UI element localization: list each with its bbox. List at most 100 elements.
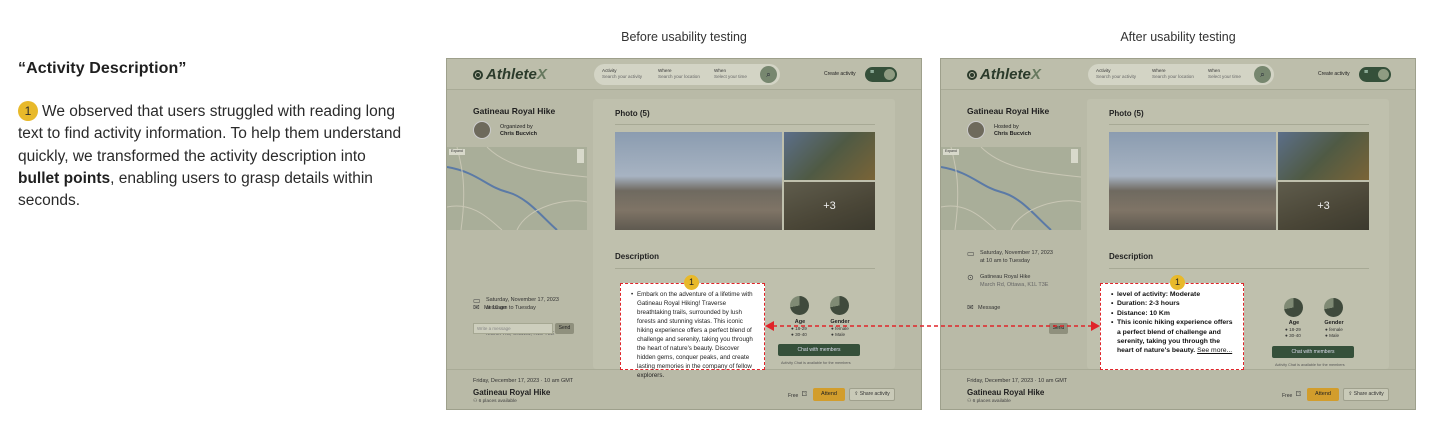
photo-main[interactable] bbox=[615, 132, 782, 230]
location-info: ⊙Gatineau Royal HikeMarch Rd, Ottawa, K1… bbox=[967, 273, 1049, 288]
organizer-info: Organized by Chris Bucvich bbox=[500, 124, 537, 137]
gender-pie-chart bbox=[830, 296, 849, 315]
gender-label: Gender bbox=[830, 319, 850, 325]
photo-more[interactable]: +3 bbox=[784, 182, 875, 230]
chat-note: Activity Chat is available for the membe… bbox=[1275, 363, 1345, 367]
search-where[interactable]: Where Search your location bbox=[658, 68, 700, 80]
map-expand-button[interactable]: Expand bbox=[451, 149, 463, 153]
create-activity-link[interactable]: Create activity bbox=[1318, 71, 1350, 77]
activity-title: Gatineau Royal Hike bbox=[473, 106, 556, 116]
places-available: ⚇ 6 places available bbox=[967, 399, 1011, 404]
calendar-icon: ▭ bbox=[967, 249, 975, 258]
description-heading: Description bbox=[1109, 252, 1154, 261]
search-bar[interactable]: Activity Search your activity Where Search… bbox=[594, 64, 780, 85]
attend-button[interactable]: Attend bbox=[1307, 388, 1339, 401]
bullet-activity-level: level of activity: Moderate bbox=[1111, 290, 1234, 300]
description-heading: Description bbox=[615, 252, 660, 261]
search-icon[interactable]: ⌕ bbox=[760, 66, 777, 83]
search-activity[interactable]: Activity Search your activity bbox=[602, 68, 642, 80]
before-caption: Before usability testing bbox=[621, 30, 747, 44]
organizer-avatar[interactable] bbox=[473, 121, 491, 139]
chat-with-members-button[interactable]: Chat with members bbox=[778, 344, 860, 356]
organizer-avatar[interactable] bbox=[967, 121, 985, 139]
after-caption: After usability testing bbox=[1120, 30, 1236, 44]
description-text-bold: bullet points bbox=[18, 169, 111, 187]
mail-icon: ✉ bbox=[473, 303, 480, 312]
gender-legend: ● female ● Male bbox=[1325, 327, 1343, 338]
places-available: ⚇ 6 places available bbox=[473, 399, 517, 404]
footer-title: Gatineau Royal Hike bbox=[967, 388, 1045, 397]
logo-icon bbox=[967, 70, 977, 80]
photo-main[interactable] bbox=[1109, 132, 1276, 230]
age-legend: ● 18-29 ● 30-40 bbox=[791, 326, 807, 337]
divider bbox=[615, 268, 875, 269]
before-description-highlight: Embark on the adventure of a lifetime wi… bbox=[620, 283, 765, 379]
bookmark-icon[interactable]: ⌑ bbox=[802, 389, 807, 400]
photo-heading: Photo (5) bbox=[1109, 109, 1144, 118]
age-pie-chart bbox=[790, 296, 809, 315]
search-bar[interactable]: Activity Search your activity Where Search… bbox=[1088, 64, 1274, 85]
highlight-number-badge: 1 bbox=[1170, 275, 1185, 290]
age-pie-chart bbox=[1284, 298, 1303, 317]
map-roads bbox=[941, 147, 1081, 230]
chat-with-members-button[interactable]: Chat with members bbox=[1272, 346, 1354, 358]
bookmark-icon[interactable]: ⌑ bbox=[1296, 389, 1301, 400]
age-label: Age bbox=[794, 319, 806, 325]
photo-thumb[interactable] bbox=[1278, 132, 1369, 180]
date-info: ▭ Saturday, November 17, 2023 at 10 am to … bbox=[967, 249, 1053, 264]
app-logo[interactable]: AthleteX bbox=[473, 66, 547, 83]
user-menu-button[interactable]: ≡ bbox=[1359, 67, 1391, 82]
gender-label: Gender bbox=[1324, 320, 1344, 326]
highlight-number-badge: 1 bbox=[684, 275, 699, 290]
see-more-link[interactable]: See more... bbox=[1197, 347, 1232, 354]
share-icon: ⇪ bbox=[1348, 391, 1353, 397]
footer-date: Friday, December 17, 2023 · 10 am GMT bbox=[473, 378, 574, 384]
search-activity[interactable]: Activity Search your activity bbox=[1096, 68, 1136, 80]
divider bbox=[615, 124, 875, 125]
activity-title: Gatineau Royal Hike bbox=[967, 106, 1050, 116]
section-description: 1 We observed that users struggled with r… bbox=[18, 101, 408, 212]
share-icon: ⇪ bbox=[854, 391, 859, 397]
location-pin-icon: ⊙ bbox=[967, 273, 974, 282]
search-icon[interactable]: ⌕ bbox=[1254, 66, 1271, 83]
price-label: Free bbox=[788, 393, 799, 399]
bullet-summary: This iconic hiking experience offers a p… bbox=[1111, 318, 1234, 356]
share-activity-button[interactable]: ⇪ Share activity bbox=[1343, 388, 1389, 401]
location-map[interactable]: Expand bbox=[941, 147, 1081, 230]
price-label: Free bbox=[1282, 393, 1293, 399]
map-expand-button[interactable]: Expand bbox=[945, 149, 957, 153]
gender-pie-chart bbox=[1324, 298, 1343, 317]
footer-date: Friday, December 17, 2023 · 10 am GMT bbox=[967, 378, 1068, 384]
photo-more[interactable]: +3 bbox=[1278, 182, 1369, 230]
gender-legend: ● female ● Male bbox=[831, 326, 849, 337]
description-long-text: Embark on the adventure of a lifetime wi… bbox=[631, 290, 755, 380]
attend-button[interactable]: Attend bbox=[813, 388, 845, 401]
share-activity-button[interactable]: ⇪ Share activity bbox=[849, 388, 895, 401]
activity-footer: Friday, December 17, 2023 · 10 am GMT Ga… bbox=[941, 369, 1415, 409]
app-logo[interactable]: AthleteX bbox=[967, 66, 1041, 83]
photo-thumb[interactable] bbox=[784, 132, 875, 180]
message-label: ✉ Message bbox=[473, 303, 507, 312]
footer-title: Gatineau Royal Hike bbox=[473, 388, 551, 397]
send-button[interactable]: Send bbox=[555, 323, 574, 334]
avatar bbox=[1378, 69, 1389, 80]
age-legend: ● 18-29 ● 30-40 bbox=[1285, 327, 1301, 338]
search-when[interactable]: When Select your time bbox=[714, 68, 747, 80]
step-number-badge: 1 bbox=[18, 101, 38, 121]
app-navbar: AthleteX Activity Search your activity Wh… bbox=[941, 59, 1415, 90]
message-input[interactable]: Write a message bbox=[473, 323, 553, 334]
after-description-highlight: level of activity: Moderate Duration: 2-… bbox=[1100, 283, 1244, 370]
send-button[interactable]: Send bbox=[1049, 323, 1068, 334]
location-map[interactable]: Expand bbox=[447, 147, 587, 230]
search-where[interactable]: Where Search your location bbox=[1152, 68, 1194, 80]
message-label: ✉ Message bbox=[967, 303, 1001, 312]
create-activity-link[interactable]: Create activity bbox=[824, 71, 856, 77]
age-label: Age bbox=[1288, 320, 1300, 326]
user-menu-button[interactable]: ≡ bbox=[865, 67, 897, 82]
app-navbar: AthleteX Activity Search your activity Wh… bbox=[447, 59, 921, 90]
photo-heading: Photo (5) bbox=[615, 109, 650, 118]
hamburger-icon: ≡ bbox=[870, 69, 875, 76]
mail-icon: ✉ bbox=[967, 303, 974, 312]
chat-note: Activity Chat is available for the membe… bbox=[781, 361, 851, 365]
search-when[interactable]: When Select your time bbox=[1208, 68, 1241, 80]
